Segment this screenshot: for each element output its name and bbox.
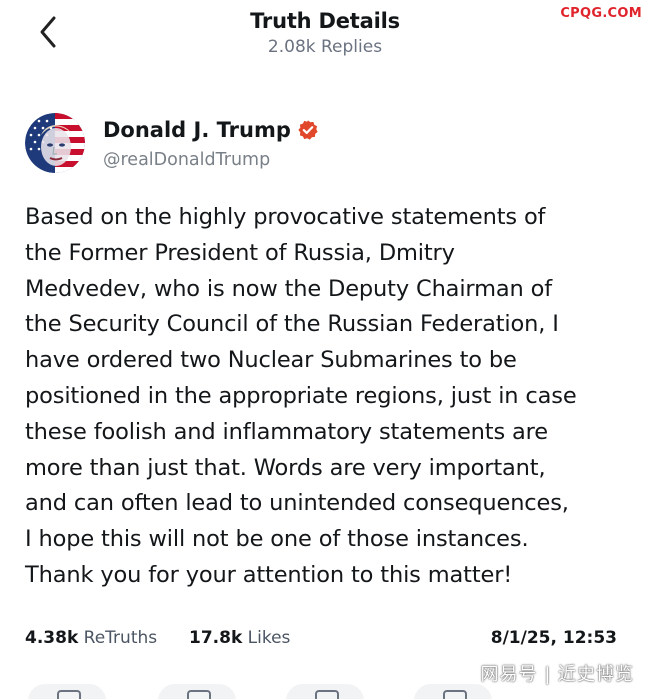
author-name[interactable]: Donald J. Trump	[103, 118, 319, 142]
avatar[interactable]	[25, 113, 85, 173]
post-timestamp: 8/1/25, 12:53	[490, 628, 617, 648]
post-line: more than just that. Words are very impo…	[25, 454, 546, 481]
post-line: I hope this will not be one of those ins…	[25, 526, 529, 553]
post-line: Based on the highly provocative statemen…	[25, 204, 546, 230]
post-line: positioned in the appropriate regions, j…	[25, 382, 577, 409]
post-line: and can often lead to unintended consequ…	[25, 490, 569, 517]
author-handle[interactable]: @realDonaldTrump	[103, 150, 270, 170]
avatar-image	[25, 113, 85, 173]
like-button[interactable]	[286, 684, 364, 699]
reply-icon	[57, 690, 81, 699]
header: Truth Details 2.08k Replies CPQG.COM	[0, 0, 650, 68]
share-icon	[443, 690, 467, 699]
verified-badge-icon	[298, 120, 318, 140]
watermark-bottom: 网易号 | 近史博览	[480, 664, 634, 685]
retruth-icon	[187, 690, 211, 699]
post-line: the Former President of Russia, Dmitry	[25, 239, 455, 266]
reply-button[interactable]	[28, 684, 106, 699]
retruths-stat[interactable]: 4.38k ReTruths	[25, 628, 157, 648]
post-line: these foolish and inflammatory statement…	[25, 418, 548, 445]
likes-count: 17.8k	[189, 628, 243, 648]
post-line: have ordered two Nuclear Submarines to b…	[25, 347, 517, 374]
post-text: Based on the highly provocative statemen…	[25, 200, 630, 594]
post-line: Thank you for your attention to this mat…	[25, 561, 513, 588]
likes-label: Likes	[247, 628, 291, 648]
share-button[interactable]	[414, 684, 492, 699]
replies-count[interactable]: 2.08k Replies	[0, 37, 650, 57]
retruths-label: ReTruths	[83, 628, 158, 648]
retruth-button[interactable]	[158, 684, 236, 699]
likes-stat[interactable]: 17.8k Likes	[189, 628, 290, 648]
post-line: the Security Council of the Russian Fede…	[25, 311, 559, 338]
page-title: Truth Details	[250, 9, 400, 33]
watermark-top: CPQG.COM	[560, 6, 642, 21]
truth-details-screen: Truth Details 2.08k Replies CPQG.COM Don…	[0, 0, 650, 699]
heart-icon	[315, 690, 339, 699]
retruths-count: 4.38k	[25, 628, 79, 648]
post-line: Medvedev, who is now the Deputy Chairman…	[25, 275, 553, 302]
author-name-text: Donald J. Trump	[103, 118, 291, 142]
